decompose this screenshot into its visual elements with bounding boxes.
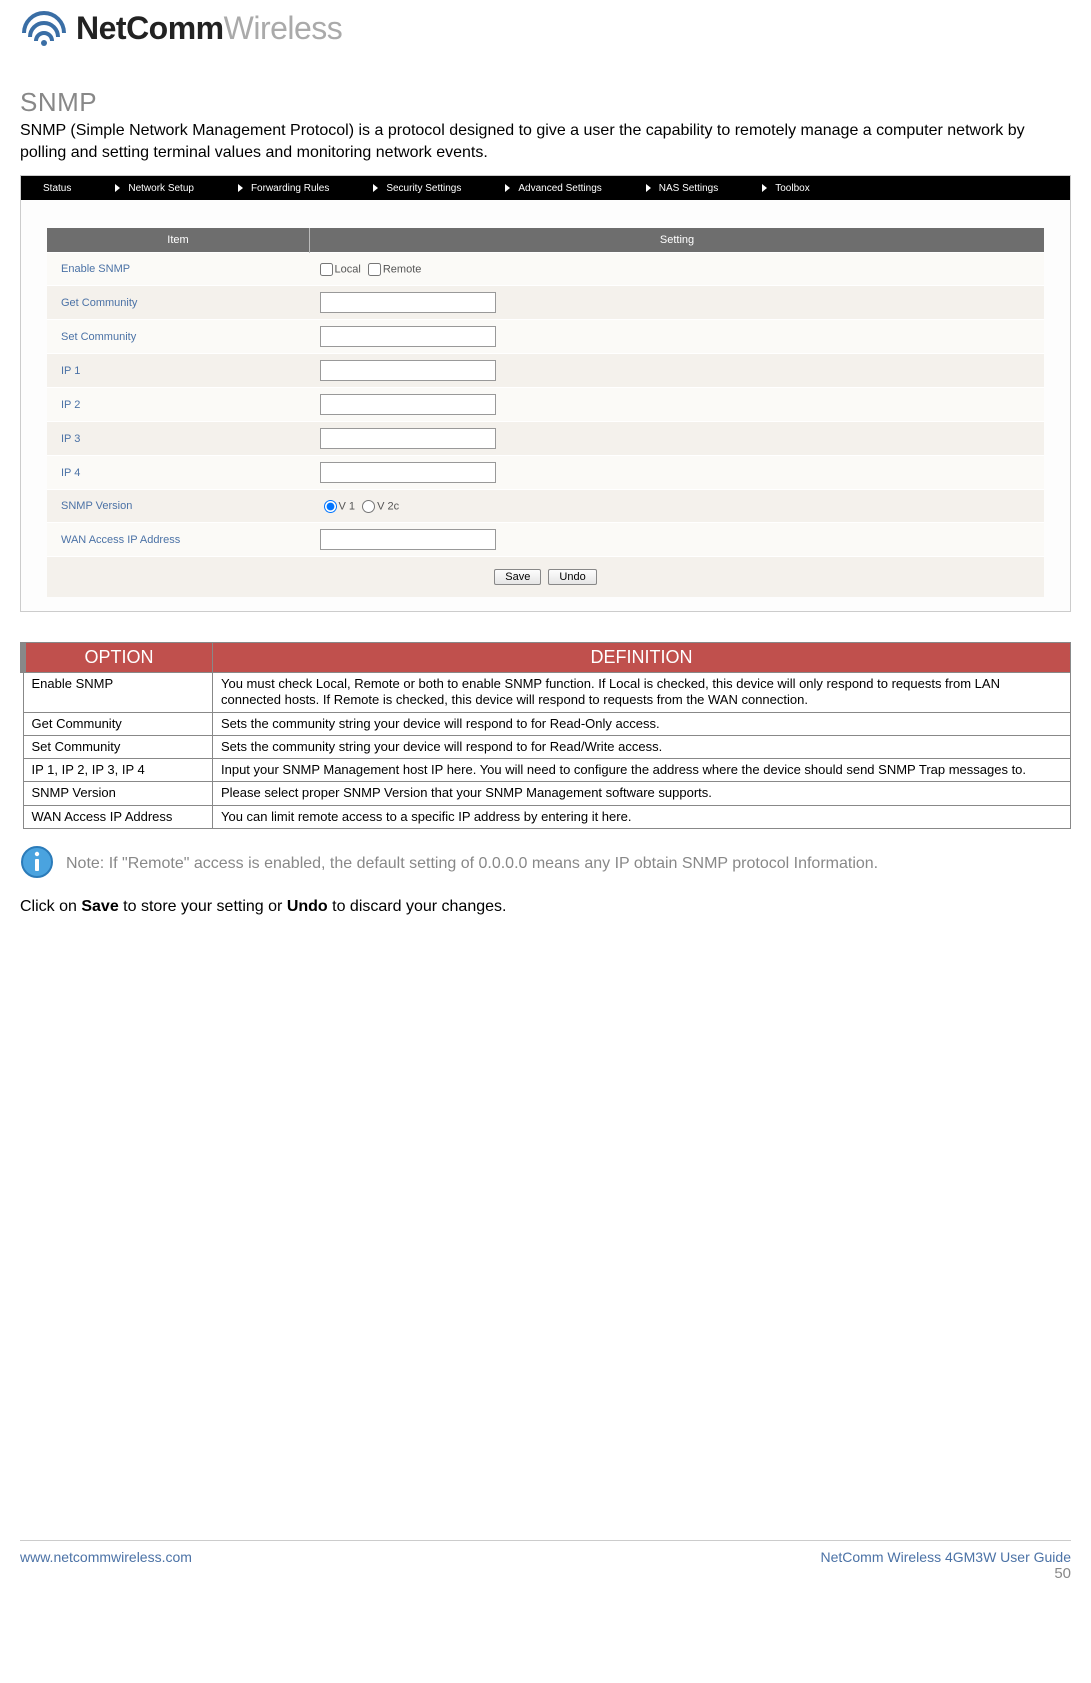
radio-v2c[interactable] xyxy=(362,500,375,513)
chevron-right-icon xyxy=(238,184,243,192)
settings-form: Item Setting Enable SNMP Local Remote Ge… xyxy=(47,228,1044,597)
table-row: SNMP VersionPlease select proper SNMP Ve… xyxy=(23,782,1071,805)
input-get-community[interactable] xyxy=(320,292,496,313)
nav-toolbox[interactable]: Toolbox xyxy=(740,183,831,194)
router-nav: Status Network Setup Forwarding Rules Se… xyxy=(21,176,1070,200)
checkbox-local[interactable] xyxy=(320,263,333,276)
nav-status[interactable]: Status xyxy=(21,183,93,194)
section-title: SNMP xyxy=(20,87,1071,118)
def-header-option: OPTION xyxy=(23,643,213,673)
nav-advanced-settings[interactable]: Advanced Settings xyxy=(483,183,623,194)
label-ip1: IP 1 xyxy=(47,354,310,388)
footer-guide: NetComm Wireless 4GM3W User Guide xyxy=(821,1549,1072,1565)
input-wan-access-ip[interactable] xyxy=(320,529,496,550)
checkbox-local-label: Local xyxy=(335,263,361,275)
router-screenshot: Status Network Setup Forwarding Rules Se… xyxy=(20,175,1071,612)
label-ip2: IP 2 xyxy=(47,388,310,422)
input-set-community[interactable] xyxy=(320,326,496,347)
label-ip3: IP 3 xyxy=(47,422,310,456)
input-ip1[interactable] xyxy=(320,360,496,381)
chevron-right-icon xyxy=(373,184,378,192)
radio-v2c-label: V 2c xyxy=(377,500,399,512)
table-row: WAN Access IP AddressYou can limit remot… xyxy=(23,805,1071,828)
label-get-community: Get Community xyxy=(47,286,310,320)
input-ip2[interactable] xyxy=(320,394,496,415)
radio-v1-label: V 1 xyxy=(339,500,356,512)
checkbox-remote[interactable] xyxy=(368,263,381,276)
page-number: 50 xyxy=(821,1565,1072,1582)
label-enable-snmp: Enable SNMP xyxy=(47,253,310,286)
label-wan-access-ip: WAN Access IP Address xyxy=(47,523,310,557)
label-set-community: Set Community xyxy=(47,320,310,354)
note-text: Note: If "Remote" access is enabled, the… xyxy=(66,855,878,873)
wifi-icon xyxy=(20,11,68,47)
label-ip4: IP 4 xyxy=(47,456,310,490)
chevron-right-icon xyxy=(505,184,510,192)
nav-nas-settings[interactable]: NAS Settings xyxy=(624,183,740,194)
note: Note: If "Remote" access is enabled, the… xyxy=(20,845,1071,884)
undo-button[interactable]: Undo xyxy=(548,569,596,585)
table-row: IP 1, IP 2, IP 3, IP 4Input your SNMP Ma… xyxy=(23,759,1071,782)
save-button[interactable]: Save xyxy=(494,569,541,585)
chevron-right-icon xyxy=(115,184,120,192)
footer-url: www.netcommwireless.com xyxy=(20,1549,192,1565)
brand-logo: NetCommWireless xyxy=(20,10,1071,47)
definitions-table: OPTION DEFINITION Enable SNMPYou must ch… xyxy=(20,642,1071,829)
input-ip3[interactable] xyxy=(320,428,496,449)
chevron-right-icon xyxy=(646,184,651,192)
def-header-definition: DEFINITION xyxy=(213,643,1071,673)
label-snmp-version: SNMP Version xyxy=(47,490,310,523)
radio-v1[interactable] xyxy=(324,500,337,513)
info-icon xyxy=(20,845,54,884)
input-ip4[interactable] xyxy=(320,462,496,483)
nav-forwarding-rules[interactable]: Forwarding Rules xyxy=(216,183,351,194)
checkbox-remote-label: Remote xyxy=(383,263,422,275)
table-row: Get CommunitySets the community string y… xyxy=(23,712,1071,735)
closing-text: Click on Save to store your setting or U… xyxy=(20,898,1071,916)
table-row: Enable SNMPYou must check Local, Remote … xyxy=(23,673,1071,713)
brand-text: NetCommWireless xyxy=(76,10,342,47)
table-row: Set CommunitySets the community string y… xyxy=(23,735,1071,758)
page-footer: www.netcommwireless.com NetComm Wireless… xyxy=(20,1540,1071,1582)
nav-security-settings[interactable]: Security Settings xyxy=(351,183,483,194)
section-intro: SNMP (Simple Network Management Protocol… xyxy=(20,120,1071,163)
nav-network-setup[interactable]: Network Setup xyxy=(93,183,216,194)
col-item-header: Item xyxy=(47,228,310,253)
chevron-right-icon xyxy=(762,184,767,192)
col-setting-header: Setting xyxy=(310,228,1045,253)
